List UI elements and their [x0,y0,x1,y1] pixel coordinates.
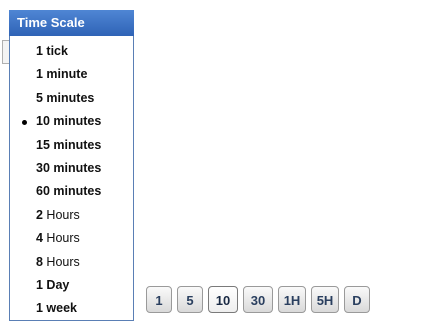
interval-button[interactable]: 5 [177,286,203,313]
option-unit: Hours [42,254,80,269]
time-scale-options: 1 tick 1 minute 5 minutes 10 minutes 15 minu… [10,40,133,321]
option-number: 10 [36,114,50,129]
option-number: 30 [36,160,50,175]
interval-button[interactable]: 1H [278,286,306,313]
time-scale-dropdown[interactable]: Time Scale 1 tick 1 minute 5 minutes 10 min… [9,10,134,321]
option-unit: week [42,301,78,316]
option-number: 15 [36,137,50,152]
time-scale-option[interactable]: 5 minutes [10,87,133,110]
time-scale-option[interactable]: 30 minutes [10,157,133,180]
time-scale-option[interactable]: 1 week [10,297,133,320]
time-scale-option[interactable]: 60 minutes [10,180,133,203]
option-number: 1 [36,301,43,316]
option-number: 5 [36,90,43,105]
interval-button[interactable]: 5H [311,286,339,313]
interval-button[interactable]: 1 [146,286,172,313]
interval-button[interactable]: 10 [208,286,238,313]
option-number: 1 [36,277,43,292]
background-control-edge [2,40,9,64]
selected-bullet-icon [22,120,27,126]
interval-button[interactable]: D [344,286,370,313]
option-unit: tick [42,44,68,58]
time-scale-option[interactable]: 1 tick [10,40,133,63]
time-scale-option[interactable]: 4 Hours [10,227,133,250]
option-unit: minutes [49,137,102,152]
option-unit: minutes [49,184,102,199]
option-unit: Hours [42,207,80,222]
option-number: 1 [36,44,43,58]
time-scale-option[interactable]: 8 Hours [10,251,133,274]
time-scale-option[interactable]: 2 Hours [10,204,133,227]
option-unit: minutes [42,90,95,105]
option-unit: minute [42,67,88,82]
option-number: 1 [36,67,43,82]
option-unit: minutes [49,114,102,129]
time-scale-option[interactable]: 10 minutes [10,110,133,133]
option-number: 4 [36,231,43,246]
option-unit: Day [42,277,70,292]
time-scale-header[interactable]: Time Scale [9,10,134,36]
option-number: 60 [36,184,50,199]
interval-button[interactable]: 30 [243,286,273,313]
option-number: 8 [36,254,43,269]
option-number: 2 [36,207,43,222]
option-unit: minutes [49,160,102,175]
time-scale-option[interactable]: 1 minute [10,63,133,86]
option-unit: Hours [42,231,80,246]
time-scale-option[interactable]: 15 minutes [10,134,133,157]
time-scale-option[interactable]: 1 Day [10,274,133,297]
